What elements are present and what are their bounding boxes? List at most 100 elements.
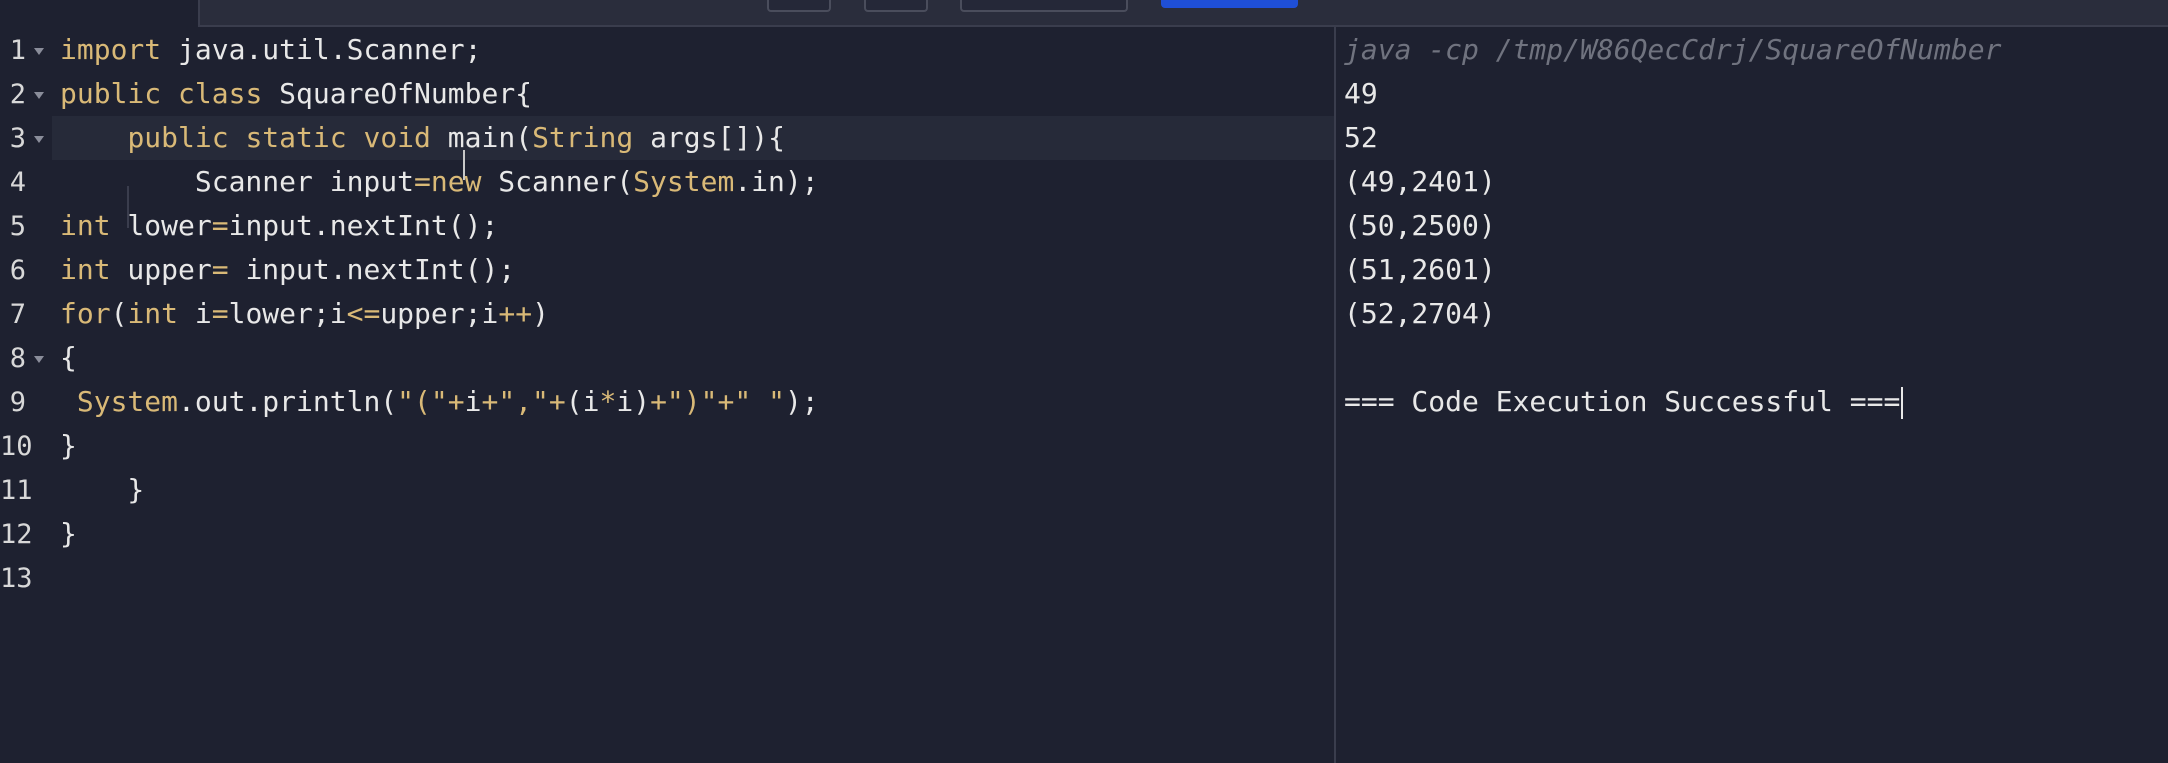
code-line[interactable]: 7 for(int i=lower;i<=upper;i++) bbox=[0, 292, 549, 336]
code-line[interactable]: 1 import java.util.Scanner; bbox=[0, 28, 482, 72]
code-text: public class SquareOfNumber{ bbox=[60, 72, 532, 116]
code-line[interactable]: 6 int upper= input.nextInt(); bbox=[0, 248, 515, 292]
code-text: int upper= input.nextInt(); bbox=[60, 248, 515, 292]
code-token: ) bbox=[532, 297, 549, 330]
code-token: for bbox=[60, 297, 111, 330]
output-text: (50,2500) bbox=[1344, 209, 1496, 242]
code-token: ( bbox=[110, 297, 128, 330]
output-text: 49 bbox=[1344, 77, 1378, 110]
code-token: + bbox=[548, 385, 566, 418]
line-number: 3 bbox=[9, 123, 26, 154]
code-token: main( bbox=[430, 121, 533, 154]
code-line[interactable]: 10} bbox=[0, 424, 77, 468]
code-token: args[]){ bbox=[633, 121, 785, 154]
output-text: === Code Execution Successful === bbox=[1344, 385, 1901, 418]
code-token: "(" bbox=[397, 385, 448, 418]
code-token: <= bbox=[346, 297, 381, 330]
output-text: (52,2704) bbox=[1344, 297, 1496, 330]
code-token: Scanner( bbox=[481, 165, 634, 198]
code-token: } bbox=[60, 429, 77, 462]
output-line: 49 bbox=[1344, 72, 1378, 116]
code-token: = bbox=[211, 209, 229, 242]
code-line[interactable]: 12} bbox=[0, 512, 77, 556]
code-token: new bbox=[430, 165, 482, 198]
output-cursor bbox=[1901, 387, 1904, 419]
code-token: ++ bbox=[498, 297, 533, 330]
code-token: + bbox=[650, 385, 667, 418]
code-token: .in); bbox=[734, 165, 819, 198]
output-command: java -cp /tmp/W86QecCdrj/SquareOfNumber bbox=[1344, 33, 2002, 66]
code-line[interactable]: 11 } bbox=[0, 468, 144, 512]
code-line[interactable]: 8{ bbox=[0, 336, 77, 380]
run-button[interactable] bbox=[1161, 0, 1298, 8]
line-number: 11 bbox=[0, 475, 33, 506]
code-editor[interactable]: 1 import java.util.Scanner; 2 public class … bbox=[0, 28, 1334, 763]
output-line: (50,2500) bbox=[1344, 204, 1496, 248]
code-token: (i bbox=[565, 385, 600, 418]
code-token: i bbox=[178, 297, 212, 330]
code-text: } bbox=[60, 424, 77, 468]
code-editor-app: 1 import java.util.Scanner; 2 public class … bbox=[0, 0, 2168, 763]
code-line[interactable]: 9 System.out.println("("+i+","+(i*i)+")"… bbox=[0, 380, 819, 424]
code-line[interactable]: 4 Scanner input=new Scanner(System.in); bbox=[0, 160, 819, 204]
output-text: (51,2601) bbox=[1344, 253, 1496, 286]
code-line[interactable]: 13 bbox=[0, 556, 33, 600]
code-line[interactable]: 5 int lower=input.nextInt(); bbox=[0, 204, 499, 248]
code-text: Scanner input=new Scanner(System.in); bbox=[60, 160, 819, 204]
code-text: public static void main(String args[]){ bbox=[60, 116, 785, 160]
code-token: public bbox=[127, 121, 229, 154]
code-token: static bbox=[245, 121, 347, 154]
toolbar-button-1[interactable] bbox=[767, 0, 831, 12]
code-token: public bbox=[60, 77, 162, 110]
line-number: 12 bbox=[0, 519, 33, 550]
code-token: } bbox=[60, 517, 77, 550]
code-token: Scanner input bbox=[60, 165, 415, 198]
code-text: int lower=input.nextInt(); bbox=[60, 204, 498, 248]
code-token: System bbox=[76, 385, 179, 418]
line-number: 2 bbox=[9, 79, 26, 110]
code-token: ")" bbox=[666, 385, 718, 418]
line-number: 13 bbox=[0, 563, 33, 594]
code-token: import bbox=[60, 33, 162, 66]
code-text: for(int i=lower;i<=upper;i++) bbox=[60, 292, 549, 336]
toolbar-button-2[interactable] bbox=[864, 0, 928, 12]
code-token: lower;i bbox=[228, 297, 347, 330]
output-console[interactable]: java -cp /tmp/W86QecCdrj/SquareOfNumber … bbox=[1336, 28, 2168, 763]
output-line: (51,2601) bbox=[1344, 248, 1496, 292]
fold-toggle-icon[interactable] bbox=[34, 91, 44, 99]
code-token: input.nextInt(); bbox=[228, 253, 516, 286]
fold-toggle-icon[interactable] bbox=[34, 135, 44, 143]
toolbar-button-3[interactable] bbox=[960, 0, 1128, 12]
code-token: java.util.Scanner; bbox=[161, 33, 482, 66]
code-token: + bbox=[447, 385, 465, 418]
code-token: SquareOfNumber{ bbox=[262, 77, 533, 110]
code-token: + bbox=[717, 385, 735, 418]
code-token: int bbox=[60, 209, 111, 242]
code-token: " " bbox=[734, 385, 785, 418]
code-token: i bbox=[464, 385, 482, 418]
code-token: = bbox=[211, 253, 229, 286]
code-token: "," bbox=[498, 385, 549, 418]
code-token: System bbox=[633, 165, 735, 198]
fold-toggle-icon[interactable] bbox=[34, 355, 44, 363]
output-line: === Code Execution Successful === bbox=[1344, 380, 1904, 424]
code-token: void bbox=[363, 121, 431, 154]
code-token: int bbox=[60, 253, 111, 286]
code-text: System.out.println("("+i+","+(i*i)+")"+"… bbox=[60, 380, 819, 424]
line-number: 8 bbox=[9, 343, 26, 374]
code-line[interactable]: 2 public class SquareOfNumber{ bbox=[0, 72, 532, 116]
code-token: * bbox=[599, 385, 617, 418]
code-line[interactable]: 3 public static void main(String args[])… bbox=[0, 116, 785, 160]
line-number: 1 bbox=[9, 35, 26, 66]
code-text: } bbox=[60, 468, 144, 512]
code-token: i) bbox=[616, 385, 651, 418]
code-text: { bbox=[60, 336, 77, 380]
fold-toggle-icon[interactable] bbox=[34, 47, 44, 55]
line-number: 6 bbox=[9, 255, 26, 286]
code-token: = bbox=[211, 297, 229, 330]
output-line: (49,2401) bbox=[1344, 160, 1496, 204]
